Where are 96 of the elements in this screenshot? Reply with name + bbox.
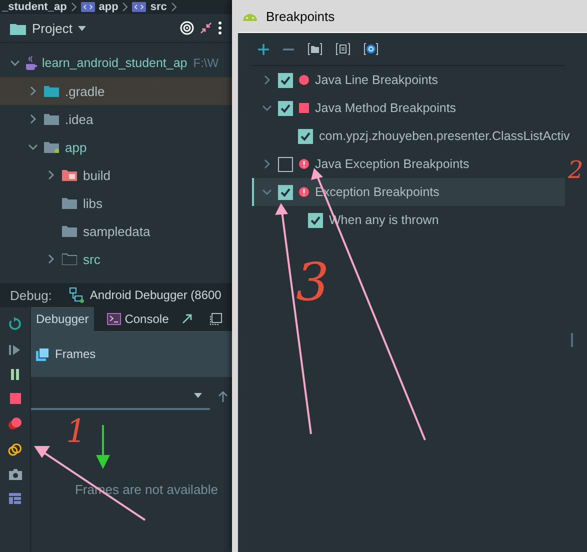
caret-icon[interactable] xyxy=(78,26,86,30)
checkbox[interactable] xyxy=(298,128,313,144)
breakpoint-label: Java Exception Breakpoints xyxy=(315,157,470,171)
checkbox[interactable] xyxy=(278,100,293,116)
chevron-icon xyxy=(70,2,77,12)
folder-icon xyxy=(62,253,77,265)
code-folder-icon xyxy=(132,2,146,12)
console-icon xyxy=(106,313,121,325)
expanded-icon[interactable] xyxy=(262,187,272,197)
checkbox[interactable] xyxy=(278,72,293,88)
panel-title[interactable]: Project xyxy=(32,20,72,36)
folder-icon xyxy=(62,169,77,181)
tree-item[interactable]: src xyxy=(0,245,232,273)
tree-item[interactable]: app xyxy=(0,133,232,161)
collapsed-icon[interactable] xyxy=(46,254,56,264)
path-text: F:\W xyxy=(193,56,219,70)
breadcrumb-item[interactable]: app xyxy=(98,1,118,13)
tree-label: learn_android_student_ap xyxy=(42,56,188,70)
android-icon xyxy=(242,12,258,20)
breakpoint-row[interactable]: Java Exception Breakpoints xyxy=(252,150,565,178)
scroll-thumb[interactable] xyxy=(571,333,573,347)
tree-item[interactable]: learn_android_student_ap F:\W xyxy=(0,49,232,77)
expanded-icon[interactable] xyxy=(28,142,38,152)
mute-breakpoints-icon[interactable] xyxy=(8,443,22,456)
coffee-cup-icon xyxy=(24,55,38,71)
collapsed-icon[interactable] xyxy=(28,86,38,96)
session-tab[interactable]: Android Debugger (8600 xyxy=(90,288,222,302)
window-title: Breakpoints xyxy=(266,8,335,24)
breakpoint-icon xyxy=(299,75,309,85)
collapsed-icon[interactable] xyxy=(46,170,56,180)
breakpoint-row[interactable]: Java Line Breakpoints xyxy=(252,66,565,94)
breakpoints-icon[interactable] xyxy=(8,417,22,430)
collapsed-icon[interactable] xyxy=(262,159,272,169)
tab[interactable]: Console xyxy=(102,307,174,331)
caret-icon xyxy=(194,392,202,398)
more-icon[interactable] xyxy=(218,21,222,35)
folder-icon[interactable] xyxy=(308,43,322,55)
target-icon[interactable] xyxy=(180,21,194,35)
tree-item[interactable]: .idea xyxy=(0,105,232,133)
tree-item[interactable]: build xyxy=(0,161,232,189)
restore-icon[interactable] xyxy=(182,314,192,324)
tab[interactable]: Debugger xyxy=(31,307,94,331)
collapsed-icon[interactable] xyxy=(262,75,272,85)
tree-item[interactable]: sampledata xyxy=(0,217,232,245)
folder-icon xyxy=(44,113,59,125)
code-folder-icon xyxy=(80,2,95,12)
tree-label: src xyxy=(83,252,100,266)
stop-icon[interactable] xyxy=(10,393,20,404)
tree-label: app xyxy=(65,140,87,154)
window-icon[interactable] xyxy=(210,313,222,325)
folder-icon xyxy=(62,197,77,209)
camera-icon[interactable] xyxy=(8,469,22,480)
tree-label: sampledata xyxy=(83,224,150,238)
tree-label: .idea xyxy=(65,112,94,126)
handwritten-number: 2 xyxy=(568,156,584,184)
checkbox[interactable] xyxy=(278,184,293,200)
layout-icon[interactable] xyxy=(9,493,21,504)
resume-icon[interactable] xyxy=(9,344,21,356)
breakpoint-label: Java Line Breakpoints xyxy=(315,73,438,87)
file-icon[interactable] xyxy=(336,43,350,55)
breakpoint-label: com.ypzj.zhouyeben.presenter.ClassListActiv xyxy=(319,129,570,143)
collapsed-icon[interactable] xyxy=(28,114,38,124)
checkbox[interactable] xyxy=(278,156,293,172)
breakpoint-row[interactable]: Java Method Breakpoints xyxy=(252,94,565,122)
tree-label: libs xyxy=(83,196,103,210)
rerun-icon[interactable] xyxy=(8,317,22,331)
tree-item[interactable]: .gradle xyxy=(0,77,232,105)
debug-label: Debug: xyxy=(10,288,52,302)
handwritten-number: 3 xyxy=(296,253,330,313)
expanded-icon[interactable] xyxy=(10,58,20,68)
folder-icon xyxy=(10,22,26,34)
frames-title: Frames xyxy=(55,347,96,361)
breadcrumb-item[interactable]: _student_ap xyxy=(2,1,67,13)
chevron-icon xyxy=(122,2,128,12)
exception-icon xyxy=(299,187,309,197)
breadcrumb-item[interactable]: src xyxy=(150,1,167,13)
debugger-icon xyxy=(68,287,84,303)
pause-icon[interactable] xyxy=(10,369,20,380)
method-breakpoint-icon xyxy=(299,103,309,113)
add-icon[interactable] xyxy=(258,44,269,54)
expanded-icon[interactable] xyxy=(262,103,272,113)
up-arrow-icon[interactable] xyxy=(218,390,228,402)
folder-icon xyxy=(62,225,77,237)
tree-label: build xyxy=(83,168,110,182)
breakpoint-label: Java Method Breakpoints xyxy=(315,101,456,115)
folder-icon xyxy=(44,85,59,97)
folder-icon xyxy=(44,141,59,153)
frames-icon xyxy=(36,348,49,360)
exception-icon xyxy=(299,159,309,169)
tree-label: .gradle xyxy=(65,84,105,98)
collapse-icon[interactable] xyxy=(200,22,212,34)
chevron-icon xyxy=(170,2,177,12)
checkbox[interactable] xyxy=(308,212,323,228)
tree-item[interactable]: libs xyxy=(0,189,232,217)
class-icon[interactable] xyxy=(364,43,378,55)
handwritten-number: 1 xyxy=(66,412,86,450)
